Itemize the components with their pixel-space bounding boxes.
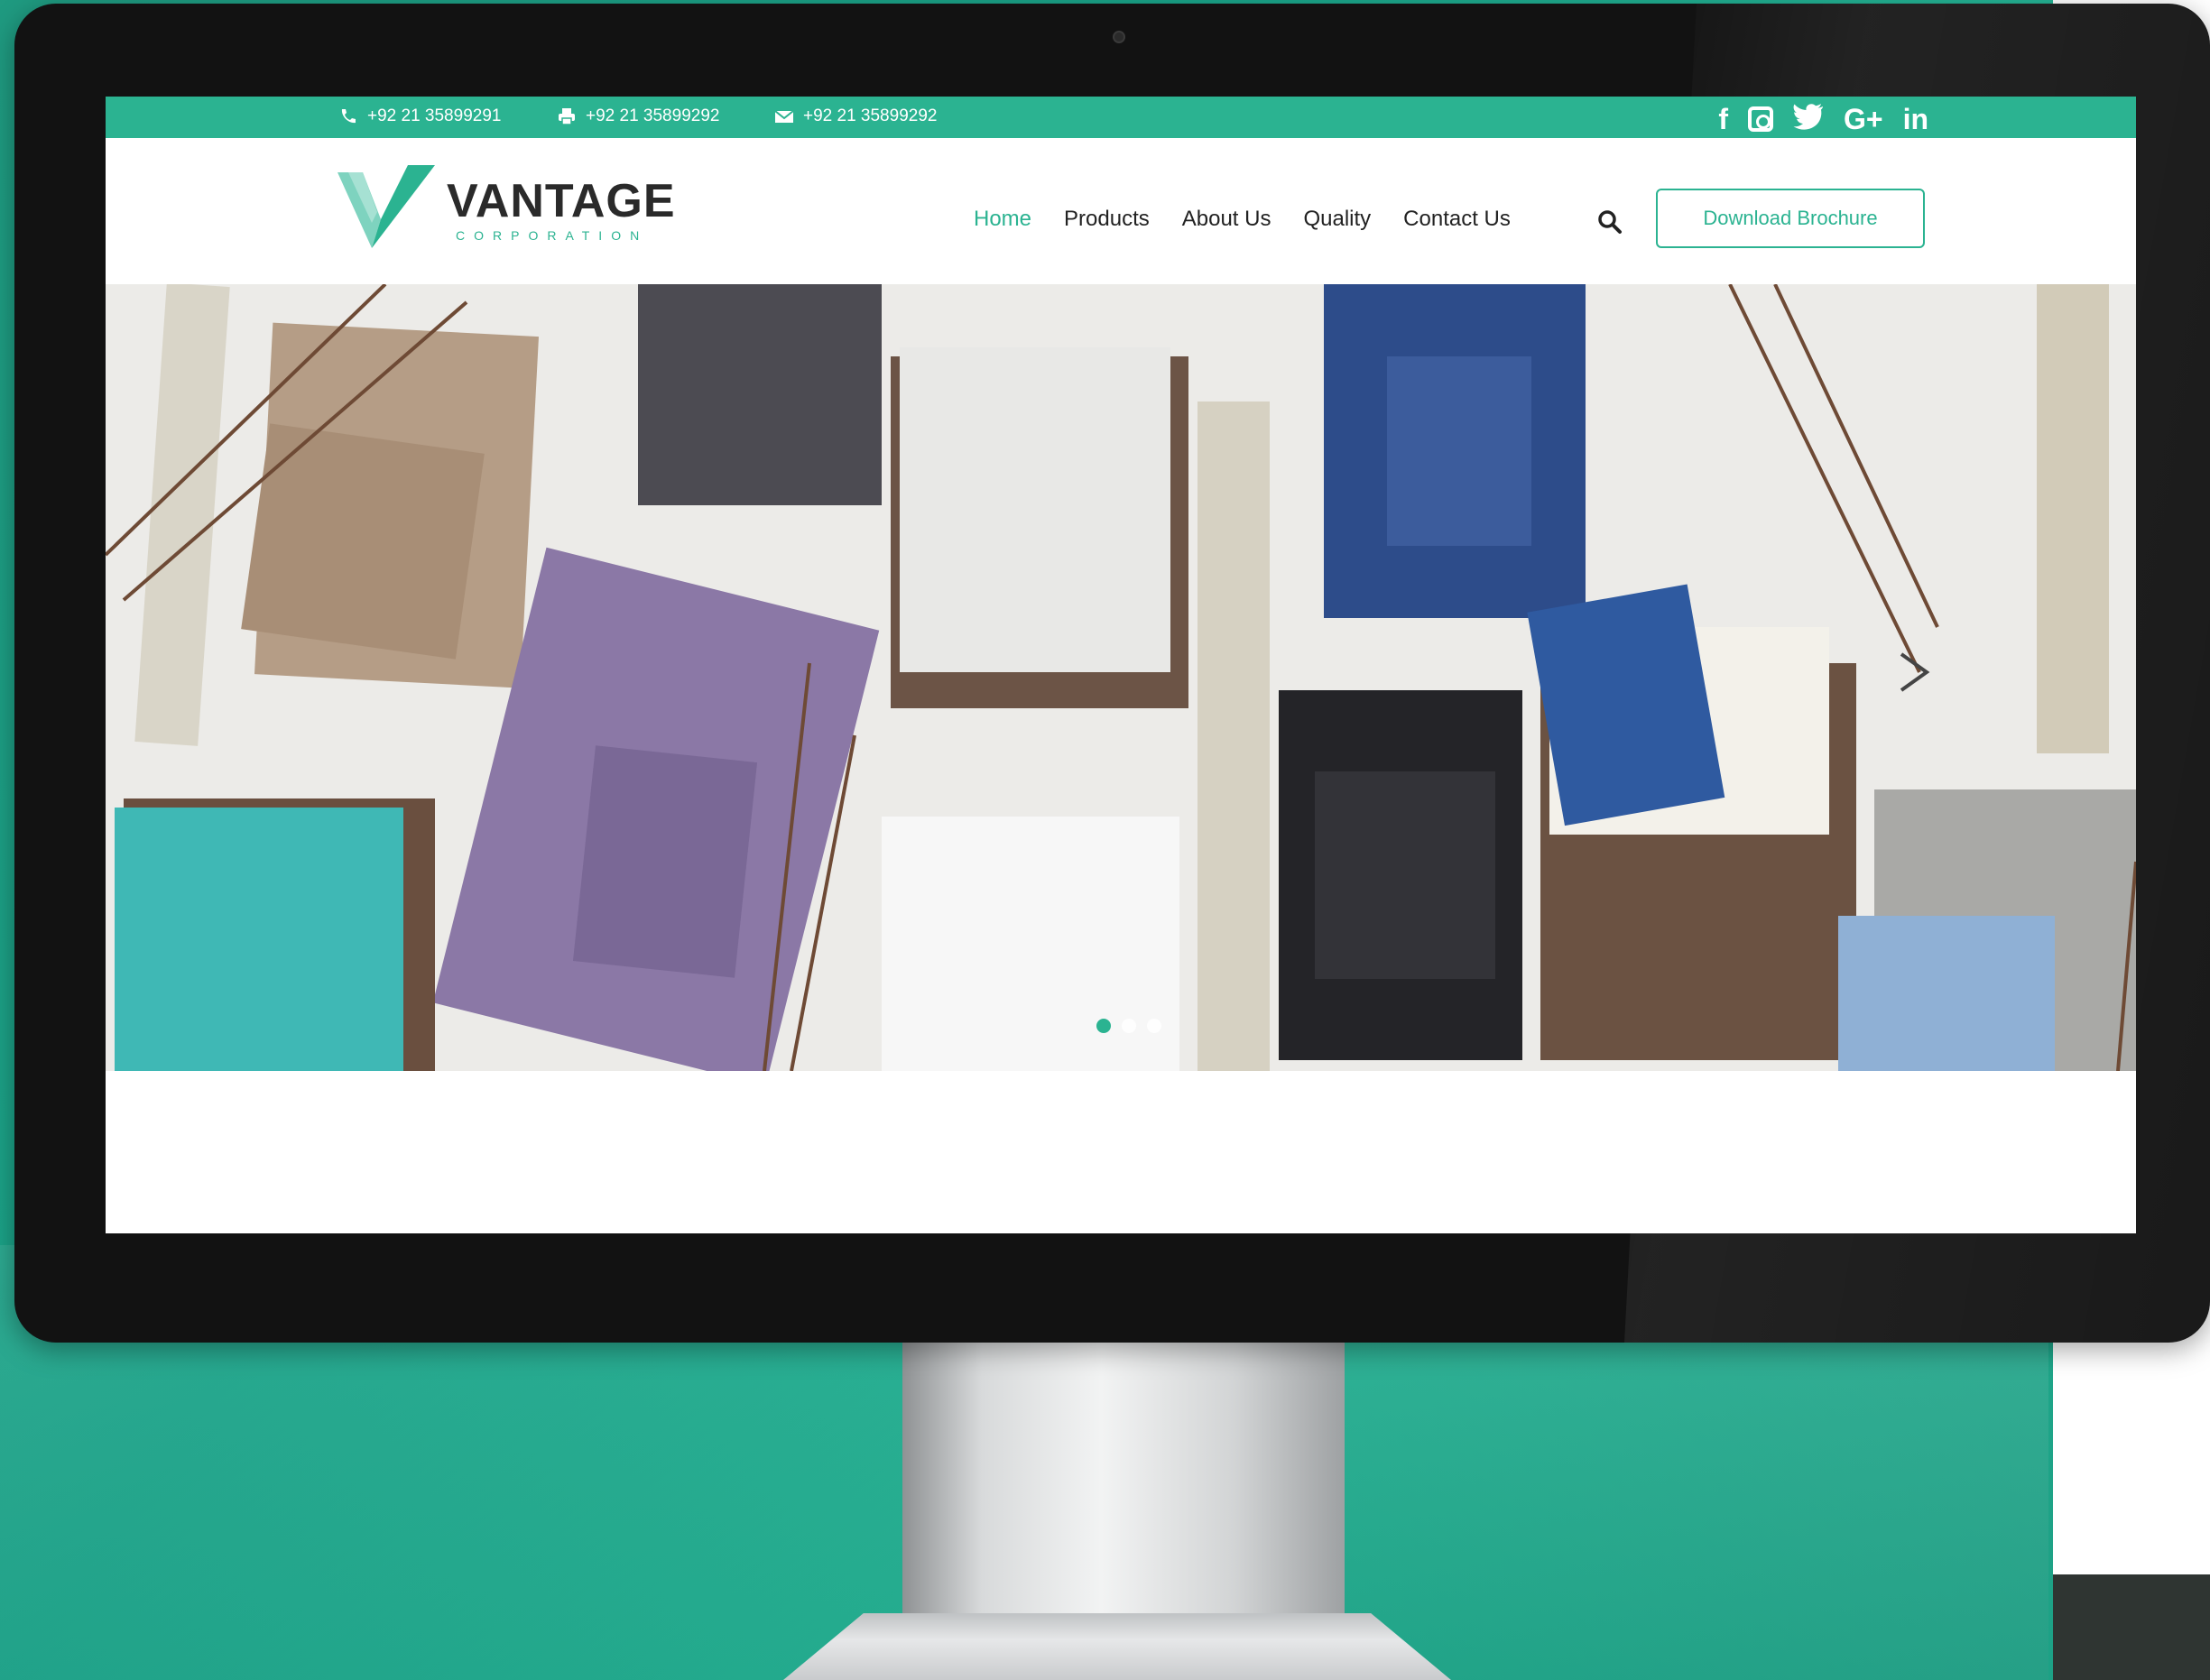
slider-dot[interactable] xyxy=(1147,1019,1161,1033)
phone-contact[interactable]: +92 21 35899291 xyxy=(338,106,501,126)
brand-tagline: CORPORATION xyxy=(456,228,649,243)
camera-icon xyxy=(1113,31,1125,43)
fax-icon xyxy=(559,108,575,125)
slider-pagination xyxy=(1096,1019,1161,1033)
twitter-icon[interactable] xyxy=(1793,103,1824,134)
website-screen: +92 21 35899291 +92 21 35899292 +92 21 3… xyxy=(106,97,2136,1233)
email-contact[interactable]: +92 21 35899292 xyxy=(774,106,937,126)
nav-item-contact-us[interactable]: Contact Us xyxy=(1403,207,1511,232)
slider-dot-active[interactable] xyxy=(1096,1019,1111,1033)
background-panel-dark xyxy=(2053,1574,2210,1680)
email-value: +92 21 35899292 xyxy=(803,106,938,125)
social-links: f G+ in xyxy=(1718,103,1928,134)
nav-item-quality[interactable]: Quality xyxy=(1303,207,1371,232)
fax-number: +92 21 35899292 xyxy=(586,106,720,125)
towels-photo xyxy=(106,284,2136,1071)
search-icon[interactable] xyxy=(1596,208,1623,235)
nav-item-about-us[interactable]: About Us xyxy=(1182,207,1271,232)
slider-next-arrow-icon[interactable] xyxy=(1892,645,1937,699)
download-brochure-button[interactable]: Download Brochure xyxy=(1656,189,1925,248)
monitor-stand xyxy=(902,1343,1345,1613)
phone-number: +92 21 35899291 xyxy=(367,106,502,125)
instagram-icon[interactable] xyxy=(1747,106,1773,132)
linkedin-icon[interactable]: in xyxy=(1903,105,1928,134)
hero-slider-image xyxy=(106,284,2136,1071)
vantage-logo-icon[interactable] xyxy=(338,165,435,248)
google-plus-icon[interactable]: G+ xyxy=(1844,105,1883,134)
slider-dot[interactable] xyxy=(1122,1019,1136,1033)
top-contact-bar: +92 21 35899291 +92 21 35899292 +92 21 3… xyxy=(106,97,2136,138)
phone-icon xyxy=(341,109,356,124)
main-navbar: VANTAGE CORPORATION Home Products About … xyxy=(106,138,2136,284)
nav-menu: Home Products About Us Quality Contact U… xyxy=(974,207,1511,232)
facebook-icon[interactable]: f xyxy=(1718,105,1728,134)
fax-contact[interactable]: +92 21 35899292 xyxy=(557,106,719,126)
brand-name[interactable]: VANTAGE xyxy=(447,174,676,228)
monitor-base xyxy=(783,1613,1451,1680)
nav-item-products[interactable]: Products xyxy=(1064,207,1150,232)
envelope-icon xyxy=(774,110,794,123)
nav-item-home[interactable]: Home xyxy=(974,207,1031,232)
